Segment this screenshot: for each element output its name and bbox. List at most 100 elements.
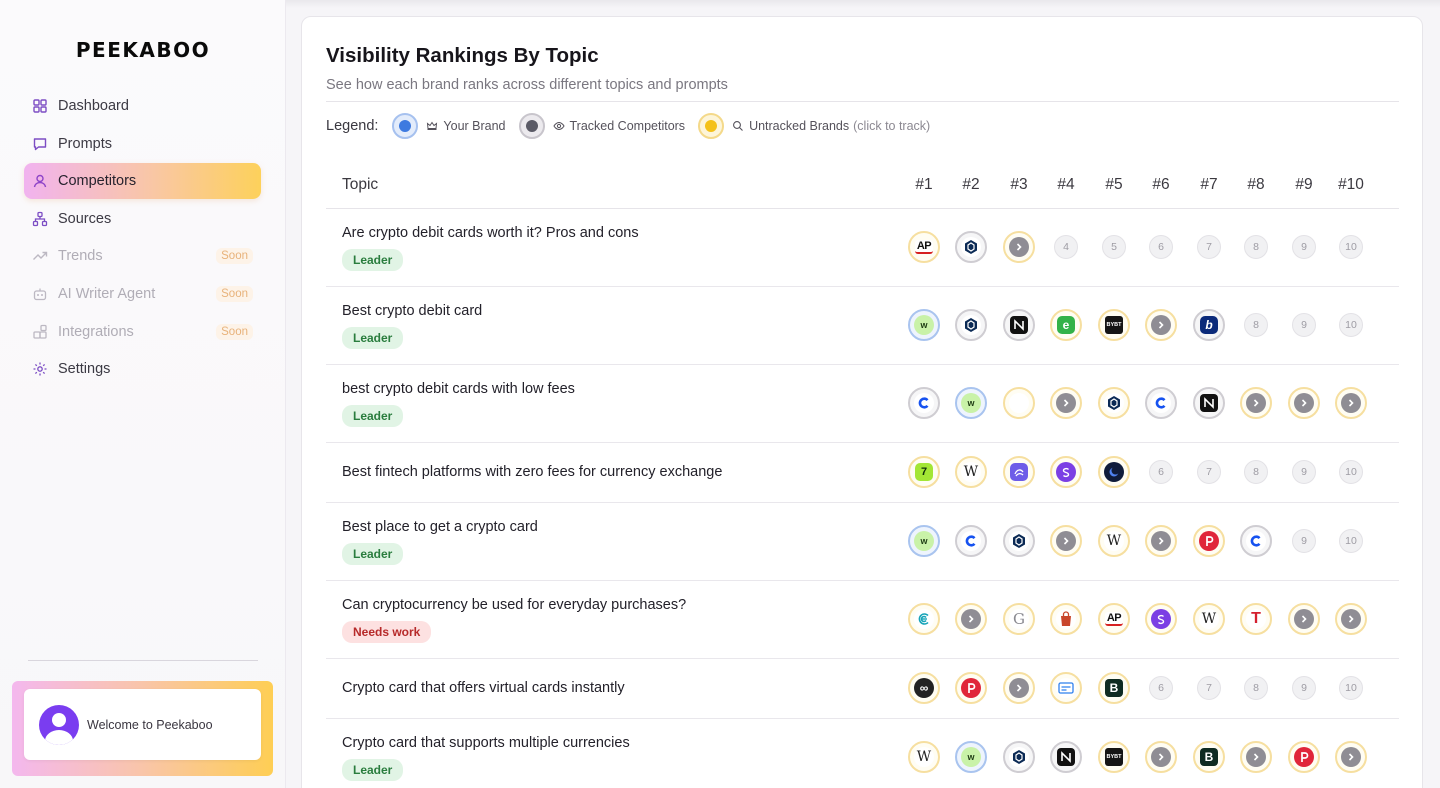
bybit-logo-icon[interactable]: BYBT	[1098, 741, 1130, 773]
trend-icon	[32, 248, 48, 264]
sidebar-item-sources[interactable]: Sources	[24, 201, 261, 237]
unknown-brand-arrow-icon[interactable]	[1240, 387, 1272, 419]
infinity-logo-icon[interactable]: ∞	[908, 672, 940, 704]
coinbase-logo-icon[interactable]	[908, 387, 940, 419]
table-row[interactable]: Best fintech platforms with zero fees fo…	[326, 443, 1399, 503]
green-e-logo-icon[interactable]: e	[1050, 309, 1082, 341]
avatar[interactable]	[39, 704, 79, 745]
sidebar-item-trends[interactable]: Trends Soon	[24, 238, 261, 274]
unknown-brand-arrow-icon[interactable]	[1288, 603, 1320, 635]
unknown-brand-arrow-icon[interactable]	[955, 603, 987, 635]
empty-rank-slot: 8	[1244, 460, 1268, 484]
wirex-logo-icon[interactable]: w	[908, 309, 940, 341]
empty-rank-slot: 6	[1149, 235, 1173, 259]
coinbase-logo-icon[interactable]	[955, 525, 987, 557]
wikipedia-logo-icon[interactable]: W	[1098, 525, 1130, 557]
table-row[interactable]: Are crypto debit cards worth it? Pros an…	[326, 209, 1399, 287]
wirex-logo-icon[interactable]: w	[908, 525, 940, 557]
crypto-com-logo-icon[interactable]	[955, 309, 987, 341]
unknown-brand-arrow-icon[interactable]	[1003, 231, 1035, 263]
teal-c-logo-icon[interactable]	[908, 603, 940, 635]
sidebar-item-competitors[interactable]: Competitors	[24, 163, 261, 200]
unknown-brand-arrow-icon[interactable]	[1145, 525, 1177, 557]
soon-badge: Soon	[216, 248, 253, 265]
unknown-brand-arrow-icon[interactable]	[1335, 387, 1367, 419]
grey-g-logo-icon[interactable]: G	[1003, 603, 1035, 635]
unknown-brand-arrow-icon[interactable]	[1050, 387, 1082, 419]
card-logo-icon[interactable]	[1050, 672, 1082, 704]
red-t-logo-icon[interactable]: T	[1240, 603, 1272, 635]
unknown-brand-arrow-icon[interactable]	[1335, 741, 1367, 773]
coinbase-logo-icon[interactable]	[1145, 387, 1177, 419]
dark-b-logo-icon[interactable]: B	[1193, 741, 1225, 773]
bybit-logo-icon[interactable]: BYBT	[1098, 309, 1130, 341]
crypto-com-logo-icon[interactable]	[1098, 387, 1130, 419]
dark-b-logo-icon[interactable]: B	[1098, 672, 1130, 704]
bitpanda-logo-icon[interactable]: b	[1193, 309, 1225, 341]
shopping-bag-logo-icon[interactable]	[1050, 603, 1082, 635]
purple-wave-logo-icon[interactable]	[1003, 456, 1035, 488]
crypto-com-logo-icon[interactable]	[1003, 741, 1035, 773]
table-row[interactable]: Crypto card that offers virtual cards in…	[326, 659, 1399, 719]
table-row[interactable]: Crypto card that supports multiple curre…	[326, 719, 1399, 788]
table-row[interactable]: Best place to get a crypto card Leader w W 9…	[326, 503, 1399, 581]
wirex-logo-icon[interactable]: w	[955, 387, 987, 419]
sidebar-item-dashboard[interactable]: Dashboard	[24, 88, 261, 124]
crypto-com-logo-icon[interactable]	[955, 231, 987, 263]
unknown-brand-arrow-icon[interactable]	[1003, 672, 1035, 704]
nexo-logo-icon[interactable]	[1003, 309, 1035, 341]
blank-brand-icon[interactable]	[1003, 387, 1035, 419]
gear-icon	[32, 361, 48, 377]
unknown-brand-arrow-icon[interactable]	[1240, 741, 1272, 773]
coinbase-logo-icon[interactable]	[1240, 525, 1272, 557]
legend-untracked[interactable]: Untracked Brands (click to track)	[732, 119, 930, 133]
leader-badge: Leader	[342, 327, 404, 349]
unknown-brand-arrow-icon[interactable]	[1145, 309, 1177, 341]
sidebar-item-label: AI Writer Agent	[58, 285, 156, 302]
dark-moon-logo-icon[interactable]	[1098, 456, 1130, 488]
nexo-logo-icon[interactable]	[1050, 741, 1082, 773]
red-p-logo-icon[interactable]	[1288, 741, 1320, 773]
rank-column-header: #4	[1057, 176, 1075, 193]
table-row[interactable]: Can cryptocurrency be used for everyday …	[326, 581, 1399, 659]
green-seven-logo-icon[interactable]: 7	[908, 456, 940, 488]
table-row[interactable]: best crypto debit cards with low fees Lea…	[326, 365, 1399, 443]
purple-s-logo-icon[interactable]	[1145, 603, 1177, 635]
unknown-brand-arrow-icon[interactable]	[1050, 525, 1082, 557]
empty-rank-slot: 6	[1149, 460, 1173, 484]
sidebar-item-prompts[interactable]: Prompts	[24, 126, 261, 162]
app-logo[interactable]: PEEKABOO	[0, 38, 286, 62]
wirex-logo-icon[interactable]: w	[955, 741, 987, 773]
eye-icon	[552, 121, 565, 131]
ap-logo-icon[interactable]: AP	[1098, 603, 1130, 635]
empty-rank-slot: 9	[1292, 529, 1316, 553]
wikipedia-logo-icon[interactable]: W	[955, 456, 987, 488]
soon-badge: Soon	[216, 323, 253, 340]
unknown-brand-arrow-icon[interactable]	[1145, 741, 1177, 773]
table-row[interactable]: Best crypto debit card Leader w e BYBT b 8 9 10	[326, 287, 1399, 365]
ap-logo-icon[interactable]: AP	[908, 231, 940, 263]
red-p-logo-icon[interactable]	[1193, 525, 1225, 557]
red-p-logo-icon[interactable]	[955, 672, 987, 704]
legend-dot-tracked	[518, 113, 545, 139]
purple-s-logo-icon[interactable]	[1050, 456, 1082, 488]
wikipedia-logo-icon[interactable]: W	[1193, 603, 1225, 635]
welcome-panel: Welcome to Peekaboo	[12, 681, 273, 776]
rank-column-header: #10	[1338, 176, 1364, 193]
crypto-com-logo-icon[interactable]	[1003, 525, 1035, 557]
sidebar-item-settings[interactable]: Settings	[24, 351, 261, 387]
sidebar-item-ai-writer-agent[interactable]: AI Writer Agent Soon	[24, 276, 261, 312]
page-subtitle: See how each brand ranks across differen…	[326, 77, 728, 93]
empty-rank-slot: 9	[1292, 235, 1316, 259]
unknown-brand-arrow-icon[interactable]	[1288, 387, 1320, 419]
empty-rank-slot: 10	[1339, 235, 1363, 259]
welcome-card[interactable]: Welcome to Peekaboo	[24, 689, 261, 760]
wikipedia-logo-icon[interactable]: W	[908, 741, 940, 773]
empty-rank-slot: 10	[1339, 676, 1363, 700]
sidebar-item-integrations[interactable]: Integrations Soon	[24, 314, 261, 350]
nexo-logo-icon[interactable]	[1193, 387, 1225, 419]
rank-column-header: #3	[1010, 176, 1028, 193]
topic-text: Best place to get a crypto card	[342, 519, 538, 535]
empty-rank-slot: 9	[1292, 313, 1316, 337]
unknown-brand-arrow-icon[interactable]	[1335, 603, 1367, 635]
